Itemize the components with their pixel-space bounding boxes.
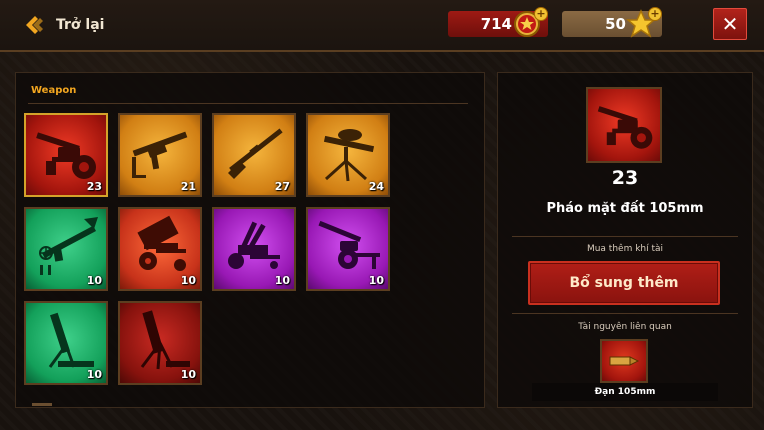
- rifle-icon: [228, 128, 283, 179]
- weapon-count: 10: [368, 274, 384, 287]
- weapon-tile-anti-air-gun[interactable]: 10: [212, 207, 296, 291]
- supply-more-button[interactable]: Bổ sung thêm: [528, 261, 720, 305]
- weapon-count: 10: [86, 274, 102, 287]
- multiple-rocket-launcher-icon: [137, 215, 186, 271]
- detail-weapon-name: Pháo mặt đất 105mm: [546, 201, 704, 216]
- back-button[interactable]: Trở lại: [24, 12, 104, 38]
- smg-icon: [132, 131, 188, 178]
- field-gun-icon: [318, 220, 380, 269]
- weapon-tile-rifle[interactable]: 27: [212, 113, 296, 197]
- star-add-icon[interactable]: +: [648, 7, 662, 21]
- buy-more-label: Mua thêm khí tài: [586, 244, 664, 254]
- mortar-icon: [48, 312, 94, 368]
- medal-currency-value: 714: [480, 15, 512, 33]
- anti-air-gun-icon: [228, 221, 280, 269]
- rocket-launcher-icon: [39, 217, 98, 275]
- weapon-count: 10: [274, 274, 290, 287]
- weapon-count: 10: [180, 368, 196, 381]
- weapon-count: 24: [368, 180, 384, 193]
- weapon-tile-mortar[interactable]: 10: [24, 301, 108, 385]
- inventory-panel: Weapon 23 21 27 24 10 10 10 10 10 10: [15, 72, 485, 408]
- weapon-tile-multiple-rocket-launcher[interactable]: 10: [118, 207, 202, 291]
- weapon-tile-howitzer[interactable]: 23: [24, 113, 108, 197]
- close-button[interactable]: ✕: [713, 8, 747, 40]
- weapon-count: 21: [180, 180, 196, 193]
- back-label: Trở lại: [56, 17, 105, 33]
- medal-currency[interactable]: 714 +: [448, 7, 548, 37]
- resource-name: Đạn 105mm: [532, 383, 718, 401]
- section-label: Weapon: [31, 85, 77, 96]
- related-resources-label: Tài nguyên liên quan: [578, 322, 672, 332]
- heavy-mortar-icon: [140, 310, 190, 370]
- detail-count: 23: [611, 167, 639, 189]
- machine-gun-icon: [323, 129, 375, 182]
- weapon-count: 10: [180, 274, 196, 287]
- detail-panel: 23 Pháo mặt đất 105mm Mua thêm khí tài B…: [497, 72, 753, 408]
- weapon-tile-rocket-launcher[interactable]: 10: [24, 207, 108, 291]
- weapon-tile-machine-gun[interactable]: 24: [306, 113, 390, 197]
- divider: [512, 313, 738, 314]
- divider: [512, 236, 738, 237]
- weapon-count: 23: [86, 180, 102, 193]
- weapon-tile-heavy-mortar[interactable]: 10: [118, 301, 202, 385]
- star-currency[interactable]: 50 +: [562, 7, 662, 38]
- section-divider: [28, 103, 468, 104]
- weapon-count: 27: [274, 180, 290, 193]
- ammo-resource-tile[interactable]: [600, 339, 648, 383]
- weapon-tile-field-gun[interactable]: 10: [306, 207, 390, 291]
- medal-add-icon[interactable]: +: [534, 7, 548, 21]
- back-arrow-icon: [26, 16, 43, 34]
- weapon-count: 10: [86, 368, 102, 381]
- howitzer-icon: [36, 132, 96, 179]
- top-bar: Trở lại 714 + 50 + ✕: [0, 0, 764, 52]
- detail-weapon-image: [586, 87, 662, 163]
- weapon-tile-smg[interactable]: 21: [118, 113, 202, 197]
- howitzer-icon: [597, 106, 653, 149]
- ammo-icon: [609, 356, 640, 366]
- scroll-indicator: [32, 403, 52, 406]
- star-currency-value: 50: [605, 15, 626, 33]
